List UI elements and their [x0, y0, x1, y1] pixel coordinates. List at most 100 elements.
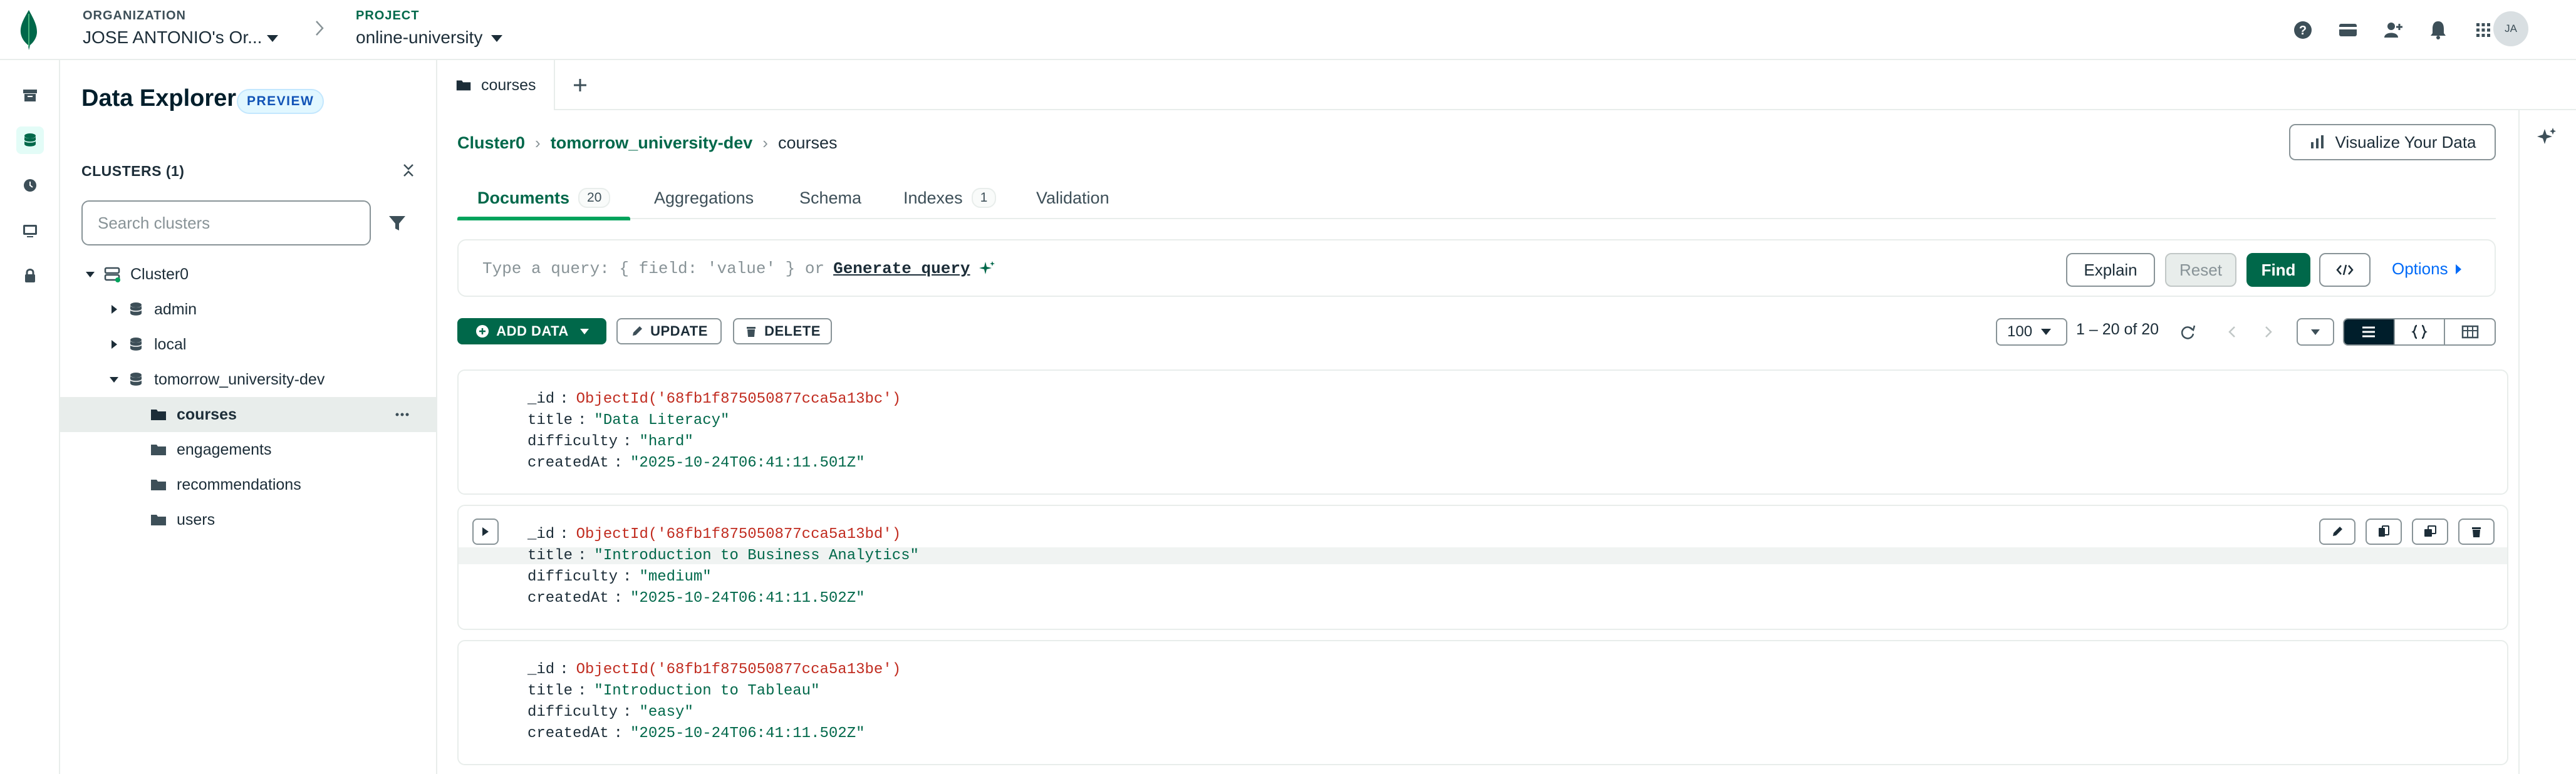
visualize-data-button[interactable]: Visualize Your Data [2289, 124, 2496, 160]
explain-button[interactable]: Explain [2066, 253, 2155, 287]
field-key: createdAt [527, 590, 609, 607]
copy-document-icon[interactable] [2366, 519, 2402, 545]
tab-courses[interactable]: courses [437, 60, 555, 111]
tab-aggregations[interactable]: Aggregations [654, 177, 754, 219]
field-value: "Introduction to Business Analytics" [594, 547, 919, 564]
breadcrumb-database[interactable]: tomorrow_university-dev [551, 133, 753, 153]
field-value: "2025-10-24T06:41:11.502Z" [630, 725, 865, 742]
tree-item-collection[interactable]: users [60, 502, 436, 537]
tree-item-collection[interactable]: courses [60, 397, 436, 432]
trash-icon [747, 327, 756, 337]
caret-down-icon [2311, 329, 2320, 335]
document-card[interactable]: _id: ObjectId('68fb1f875050877cca5a13be')… [457, 640, 2508, 765]
breadcrumb-cluster[interactable]: Cluster0 [457, 133, 525, 153]
notifications-icon[interactable] [2426, 18, 2451, 43]
project-dropdown-icon[interactable] [491, 35, 502, 42]
preview-badge: PREVIEW [237, 89, 325, 114]
database-icon [130, 302, 142, 316]
tab-schema[interactable]: Schema [799, 177, 861, 219]
sparkle-icon[interactable] [977, 259, 996, 278]
reset-button[interactable]: Reset [2165, 253, 2236, 287]
field-value: "medium" [639, 569, 712, 586]
invite-user-icon[interactable] [2381, 18, 2406, 43]
delete-document-icon[interactable] [2458, 519, 2495, 545]
help-icon[interactable]: ? [2290, 18, 2315, 43]
billing-icon[interactable] [2335, 18, 2360, 43]
caret-down-icon[interactable] [84, 268, 96, 281]
document-field: createdAt: "2025-10-24T06:41:11.502Z" [527, 590, 865, 607]
field-key: title [527, 547, 573, 564]
find-button[interactable]: Find [2246, 253, 2310, 287]
tree-label: engagements [177, 440, 272, 458]
json-view-icon[interactable] [2395, 319, 2446, 344]
expand-document-button[interactable] [472, 519, 499, 545]
navigation-rail [0, 60, 60, 774]
tree-item-database[interactable]: local [60, 327, 436, 362]
user-avatar[interactable]: JA [2493, 11, 2528, 46]
rail-lock-icon[interactable] [16, 262, 44, 289]
organization-selector[interactable]: JOSE ANTONIO's Or... [83, 28, 262, 48]
tree-label: users [177, 510, 216, 529]
workspace-tab-bar: courses [437, 60, 2576, 111]
query-input[interactable]: Type a query: { field: 'value' } or Gener… [482, 259, 970, 278]
field-key: _id [527, 391, 555, 408]
next-page-icon[interactable] [2255, 319, 2280, 344]
tree-item-cluster[interactable]: Cluster0 [60, 257, 436, 292]
rail-archive-icon[interactable] [16, 81, 44, 109]
refresh-icon[interactable] [2175, 319, 2200, 344]
project-selector[interactable]: online-university [356, 28, 482, 48]
generate-query-link[interactable]: Generate query [833, 259, 970, 278]
previous-page-icon[interactable] [2220, 319, 2245, 344]
document-options-dropdown[interactable] [2297, 318, 2334, 346]
tree-item-database[interactable]: tomorrow_university-dev [60, 362, 436, 397]
assistant-sparkle-icon[interactable] [2533, 125, 2558, 150]
tab-indexes[interactable]: Indexes 1 [903, 177, 997, 219]
update-button[interactable]: UPDATE [616, 318, 722, 344]
tab-documents[interactable]: Documents 20 [457, 177, 631, 220]
assistant-divider [2518, 110, 2520, 774]
tree-item-collection[interactable]: engagements [60, 432, 436, 467]
organization-dropdown-icon[interactable] [267, 35, 278, 42]
search-clusters-input[interactable] [81, 200, 371, 245]
rail-history-icon[interactable] [16, 172, 44, 199]
caret-down-icon[interactable] [108, 373, 120, 386]
edit-document-icon[interactable] [2319, 519, 2355, 545]
rail-terminal-icon[interactable] [16, 217, 44, 244]
document-card[interactable]: _id: ObjectId('68fb1f875050877cca5a13bd')… [457, 505, 2508, 630]
query-bar[interactable]: Type a query: { field: 'value' } or Gener… [457, 239, 2496, 297]
clone-document-icon[interactable] [2412, 519, 2448, 545]
tree-label: recommendations [177, 475, 301, 493]
rail-database-icon[interactable] [16, 126, 44, 154]
plus-icon [574, 79, 586, 91]
tree-item-database[interactable]: admin [60, 292, 436, 327]
database-icon [130, 338, 142, 351]
export-code-button[interactable] [2319, 253, 2371, 287]
collapse-icon[interactable] [398, 160, 418, 180]
mongodb-leaf-logo[interactable] [18, 9, 40, 50]
folder-icon [456, 80, 471, 91]
table-view-icon[interactable] [2445, 319, 2495, 344]
document-card[interactable]: _id: ObjectId('68fb1f875050877cca5a13bc')… [457, 369, 2508, 495]
tab-label: Aggregations [654, 188, 754, 207]
field-key: difficulty [527, 704, 618, 721]
filter-icon[interactable] [386, 212, 408, 234]
page-size-select[interactable]: 100 [1996, 318, 2067, 346]
options-toggle[interactable]: Options [2392, 259, 2461, 279]
apps-grid-icon[interactable] [2471, 18, 2496, 43]
document-field: difficulty: "hard" [527, 433, 693, 450]
collection-subtabs: Documents 20 Aggregations Schema Indexes… [457, 177, 2496, 220]
pencil-icon [633, 326, 643, 336]
breadcrumb-collection: courses [777, 133, 838, 152]
add-data-button[interactable]: ADD DATA [457, 318, 606, 344]
caret-right-icon[interactable] [108, 303, 120, 316]
tab-validation[interactable]: Validation [1036, 177, 1109, 219]
panel-title: Data Explorer [81, 85, 237, 111]
tab-label: Documents [477, 188, 570, 207]
caret-right-icon[interactable] [108, 338, 120, 351]
field-value: "Data Literacy" [594, 412, 730, 429]
tree-item-collection[interactable]: recommendations [60, 467, 436, 502]
more-options-icon[interactable] [393, 406, 411, 423]
list-view-icon[interactable] [2344, 319, 2395, 344]
delete-button[interactable]: DELETE [733, 318, 832, 344]
add-tab-button[interactable] [568, 73, 593, 98]
